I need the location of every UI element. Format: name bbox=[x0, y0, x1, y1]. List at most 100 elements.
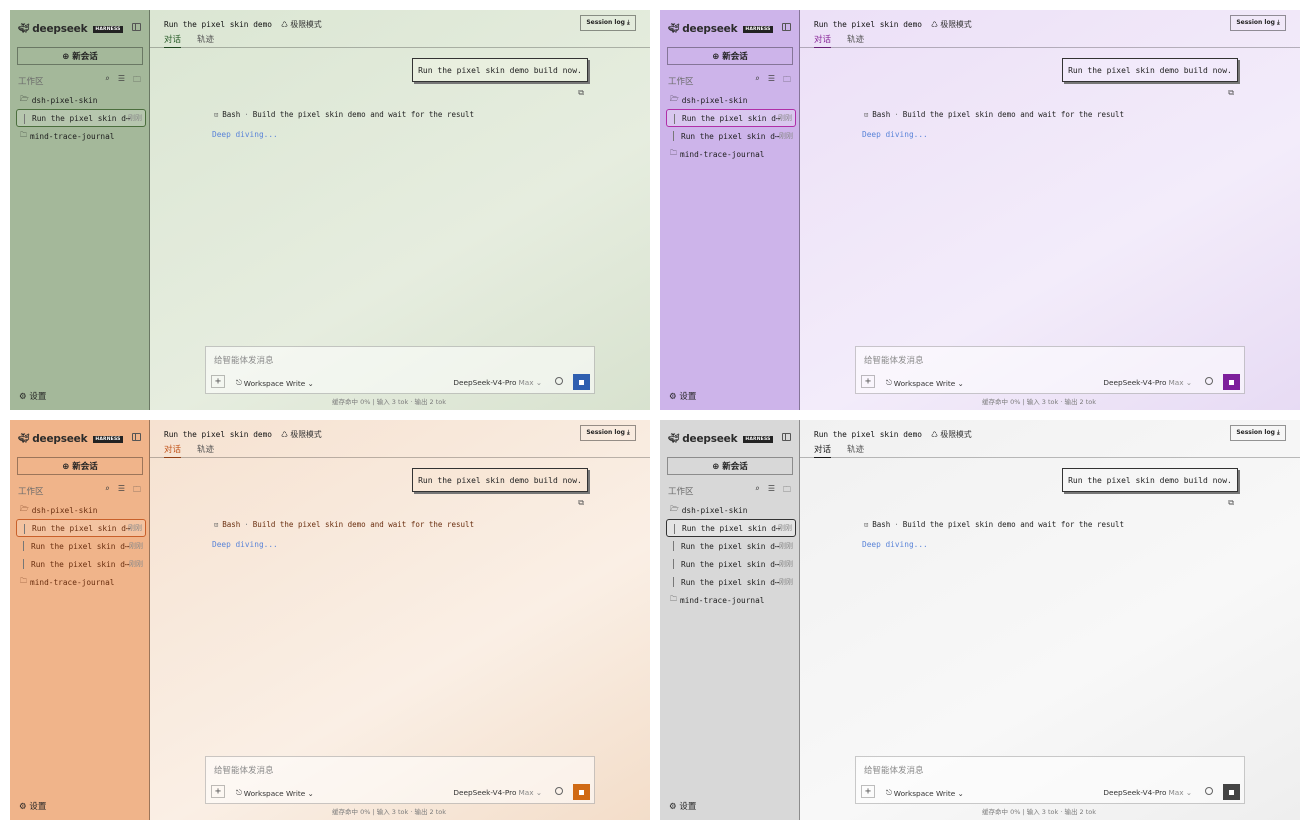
model-select[interactable]: DeepSeek-V4-Pro Max ⌄ bbox=[453, 788, 542, 797]
add-attachment-button[interactable]: + bbox=[211, 375, 225, 388]
session-label: Run the pixel skin d⋯ bbox=[682, 113, 781, 123]
message-input[interactable]: 给智能体发消息 bbox=[214, 354, 274, 366]
new-chat-button[interactable]: ⊕ 新会话 bbox=[17, 457, 143, 475]
search-icon[interactable]: ⌕ bbox=[105, 484, 110, 498]
project-item[interactable]: 🗁 dsh-pixel-skin bbox=[16, 91, 146, 109]
session-title: Run the pixel skin demo bbox=[814, 430, 922, 439]
stop-button[interactable] bbox=[573, 374, 590, 390]
tool-call[interactable]: ⊡ Bash · Build the pixel skin demo and w… bbox=[864, 520, 1124, 529]
message-input[interactable]: 给智能体发消息 bbox=[214, 764, 274, 776]
user-message: Run the pixel skin demo build now. bbox=[412, 468, 588, 492]
settings-button[interactable]: ⚙ 设置 bbox=[19, 390, 46, 402]
project-item[interactable]: 🗀 mind-trace-journal bbox=[666, 145, 796, 163]
mode-indicator[interactable]: ♺ 极限模式 bbox=[931, 19, 972, 30]
sidebar-toggle-icon[interactable] bbox=[782, 433, 791, 441]
filter-icon[interactable]: ☰ bbox=[118, 74, 125, 88]
new-folder-icon[interactable]: 🗀 bbox=[783, 74, 791, 88]
session-item[interactable]: Run the pixel skin d⋯ 刚刚 bbox=[666, 555, 796, 573]
copy-icon[interactable]: ⧉ bbox=[578, 498, 584, 508]
settings-button[interactable]: ⚙ 设置 bbox=[19, 800, 46, 812]
session-item[interactable]: Run the pixel skin d⋯ 刚刚 bbox=[666, 519, 796, 537]
stop-button[interactable] bbox=[1223, 374, 1240, 390]
message-input[interactable]: 给智能体发消息 bbox=[864, 764, 924, 776]
project-item[interactable]: 🗁 dsh-pixel-skin bbox=[666, 91, 796, 109]
message-input[interactable]: 给智能体发消息 bbox=[864, 354, 924, 366]
session-item[interactable]: Run the pixel skin d⋯ 刚刚 bbox=[16, 555, 146, 573]
permission-mode-label: Workspace Write ⌄ bbox=[243, 788, 314, 798]
settings-button[interactable]: ⚙ 设置 bbox=[669, 800, 696, 812]
model-select[interactable]: DeepSeek-V4-Pro Max ⌄ bbox=[1103, 788, 1192, 797]
new-chat-button[interactable]: ⊕ 新会话 bbox=[667, 457, 793, 475]
mode-indicator[interactable]: ♺ 极限模式 bbox=[931, 429, 972, 440]
project-item[interactable]: 🗁 dsh-pixel-skin bbox=[16, 501, 146, 519]
session-log-button[interactable]: Session log ⤓ bbox=[580, 425, 636, 441]
permission-icon: ⎋ bbox=[236, 788, 242, 797]
workspace-label: 工作区 bbox=[668, 77, 694, 87]
permission-mode-select[interactable]: ⎋ Workspace Write ⌄ bbox=[886, 788, 964, 798]
new-folder-icon[interactable]: 🗀 bbox=[133, 484, 141, 498]
filter-icon[interactable]: ☰ bbox=[768, 74, 775, 88]
session-log-button[interactable]: Session log ⤓ bbox=[1230, 15, 1286, 31]
search-icon[interactable]: ⌕ bbox=[105, 74, 110, 88]
tab-chat[interactable]: 对话 bbox=[164, 443, 182, 458]
session-log-button[interactable]: Session log ⤓ bbox=[1230, 425, 1286, 441]
filter-icon[interactable]: ☰ bbox=[768, 484, 775, 498]
tool-call[interactable]: ⊡ Bash · Build the pixel skin demo and w… bbox=[864, 110, 1124, 119]
tool-call[interactable]: ⊡ Bash · Build the pixel skin demo and w… bbox=[214, 110, 474, 119]
new-chat-button[interactable]: ⊕ 新会话 bbox=[17, 47, 143, 65]
tree-guide-line bbox=[674, 114, 675, 124]
view-tabs: 对话 轨迹 bbox=[164, 443, 214, 458]
mode-indicator[interactable]: ♺ 极限模式 bbox=[281, 429, 322, 440]
effort-level: Max ⌄ bbox=[1168, 788, 1192, 797]
session-log-button[interactable]: Session log ⤓ bbox=[580, 15, 636, 31]
brand-name: deepseek bbox=[682, 23, 738, 35]
project-item[interactable]: 🗁 dsh-pixel-skin bbox=[666, 501, 796, 519]
tool-call[interactable]: ⊡ Bash · Build the pixel skin demo and w… bbox=[214, 520, 474, 529]
sidebar-toggle-icon[interactable] bbox=[132, 433, 141, 441]
session-item[interactable]: Run the pixel skin d⋯ 刚刚 bbox=[666, 573, 796, 591]
session-item[interactable]: Run the pixel skin d⋯ 刚刚 bbox=[16, 537, 146, 555]
stop-icon bbox=[579, 789, 584, 795]
search-icon[interactable]: ⌕ bbox=[755, 74, 760, 88]
stop-button[interactable] bbox=[573, 784, 590, 800]
tab-trace[interactable]: 轨迹 bbox=[847, 443, 864, 458]
session-item[interactable]: Run the pixel skin d⋯ 刚刚 bbox=[16, 109, 146, 127]
sidebar-toggle-icon[interactable] bbox=[782, 23, 791, 31]
copy-icon[interactable]: ⧉ bbox=[578, 88, 584, 98]
session-item[interactable]: Run the pixel skin d⋯ 刚刚 bbox=[666, 127, 796, 145]
token-usage: 缓存命中 0% | 输入 3 tok · 输出 2 tok bbox=[982, 398, 1097, 406]
new-folder-icon[interactable]: 🗀 bbox=[783, 484, 791, 498]
tab-trace[interactable]: 轨迹 bbox=[847, 33, 864, 48]
permission-mode-select[interactable]: ⎋ Workspace Write ⌄ bbox=[886, 378, 964, 388]
search-icon[interactable]: ⌕ bbox=[755, 484, 760, 498]
permission-mode-select[interactable]: ⎋ Workspace Write ⌄ bbox=[236, 378, 314, 388]
session-item[interactable]: Run the pixel skin d⋯ 刚刚 bbox=[16, 519, 146, 537]
session-item[interactable]: Run the pixel skin d⋯ 刚刚 bbox=[666, 537, 796, 555]
tab-chat[interactable]: 对话 bbox=[814, 33, 832, 48]
new-chat-button[interactable]: ⊕ 新会话 bbox=[667, 47, 793, 65]
workspace-tree: 🗁 dsh-pixel-skin Run the pixel skin d⋯ 刚刚 🗀 m… bbox=[16, 91, 146, 145]
session-item[interactable]: Run the pixel skin d⋯ 刚刚 bbox=[666, 109, 796, 127]
tab-chat[interactable]: 对话 bbox=[164, 33, 182, 48]
permission-mode-select[interactable]: ⎋ Workspace Write ⌄ bbox=[236, 788, 314, 798]
model-select[interactable]: DeepSeek-V4-Pro Max ⌄ bbox=[1103, 378, 1192, 387]
settings-button[interactable]: ⚙ 设置 bbox=[669, 390, 696, 402]
sidebar-toggle-icon[interactable] bbox=[132, 23, 141, 31]
project-item[interactable]: 🗀 mind-trace-journal bbox=[666, 591, 796, 609]
add-attachment-button[interactable]: + bbox=[861, 785, 875, 798]
stop-button[interactable] bbox=[1223, 784, 1240, 800]
model-select[interactable]: DeepSeek-V4-Pro Max ⌄ bbox=[453, 378, 542, 387]
project-item[interactable]: 🗀 mind-trace-journal bbox=[16, 573, 146, 591]
add-attachment-button[interactable]: + bbox=[861, 375, 875, 388]
tab-trace[interactable]: 轨迹 bbox=[197, 443, 214, 458]
filter-icon[interactable]: ☰ bbox=[118, 484, 125, 498]
copy-icon[interactable]: ⧉ bbox=[1228, 498, 1234, 508]
mode-indicator[interactable]: ♺ 极限模式 bbox=[281, 19, 322, 30]
new-folder-icon[interactable]: 🗀 bbox=[133, 74, 141, 88]
project-item[interactable]: 🗀 mind-trace-journal bbox=[16, 127, 146, 145]
tab-trace[interactable]: 轨迹 bbox=[197, 33, 214, 48]
composer: 给智能体发消息 + ⎋ Workspace Write ⌄ DeepSeek-V… bbox=[855, 756, 1245, 804]
copy-icon[interactable]: ⧉ bbox=[1228, 88, 1234, 98]
tab-chat[interactable]: 对话 bbox=[814, 443, 832, 458]
add-attachment-button[interactable]: + bbox=[211, 785, 225, 798]
